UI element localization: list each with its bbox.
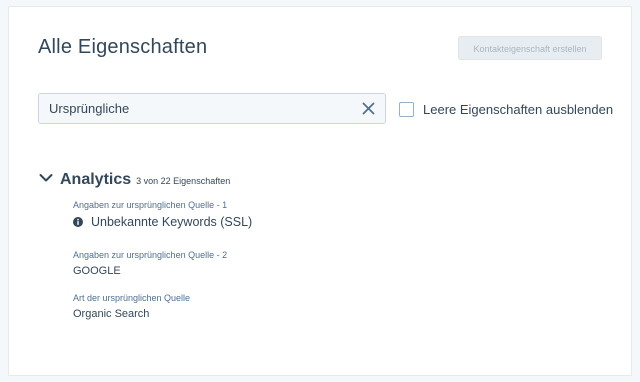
property-item: Angaben zur ursprünglichen Quelle - 1 Un… <box>73 200 252 229</box>
info-icon <box>73 217 83 227</box>
section-title[interactable]: Analytics <box>60 171 131 189</box>
property-label: Angaben zur ursprünglichen Quelle - 2 <box>73 250 228 260</box>
chevron-down-icon[interactable] <box>39 173 53 183</box>
hide-empty-label[interactable]: Leere Eigenschaften ausblenden <box>423 102 613 117</box>
property-label: Angaben zur ursprünglichen Quelle - 1 <box>73 200 228 210</box>
property-value: Unbekannte Keywords (SSL) <box>73 215 252 229</box>
property-value-text: Unbekannte Keywords (SSL) <box>91 215 253 229</box>
properties-panel: Alle Eigenschaften Kontakteigenschaft er… <box>8 6 632 376</box>
property-value: Organic Search <box>73 308 150 320</box>
property-value: GOOGLE <box>73 265 121 277</box>
property-item: Art der ursprünglichen Quelle Organic Se… <box>73 293 190 320</box>
page-title: Alle Eigenschaften <box>38 36 208 58</box>
hide-empty-checkbox[interactable] <box>399 101 414 117</box>
section-count: 3 von 22 Eigenschaften <box>136 176 231 186</box>
close-icon[interactable] <box>362 102 375 115</box>
section-header-analytics[interactable]: Analytics 3 von 22 Eigenschaften <box>39 171 230 189</box>
create-contact-property-button[interactable]: Kontakteigenschaft erstellen <box>458 36 602 60</box>
property-label: Art der ursprünglichen Quelle <box>73 293 191 303</box>
search-input[interactable] <box>39 94 349 123</box>
search-box <box>38 93 386 124</box>
property-item: Angaben zur ursprünglichen Quelle - 2 GO… <box>73 250 227 277</box>
hide-empty-toggle[interactable]: Leere Eigenschaften ausblenden <box>399 100 613 118</box>
